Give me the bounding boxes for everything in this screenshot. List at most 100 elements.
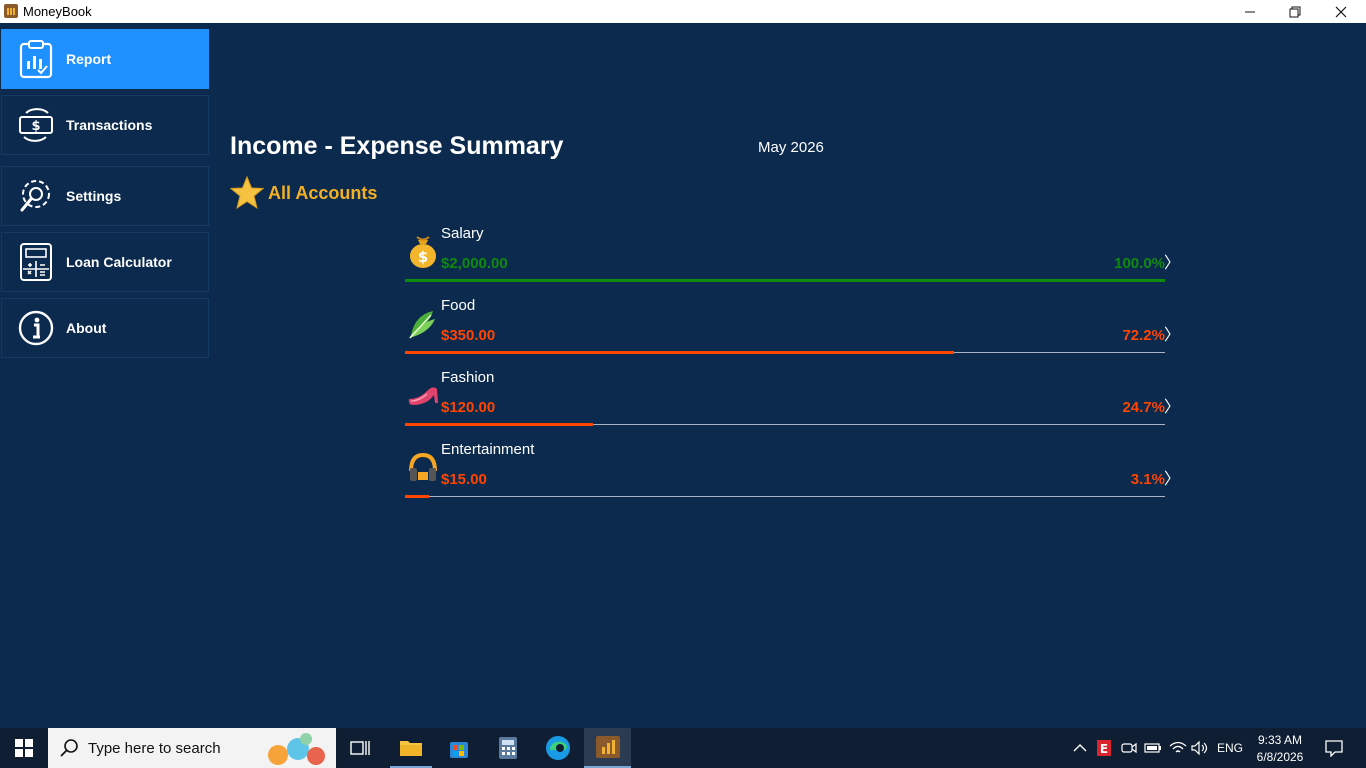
nav-settings-label: Settings — [66, 188, 122, 204]
chevron-right-icon: 〉 — [1163, 399, 1180, 416]
star-icon — [230, 176, 264, 210]
chevron-up-icon — [1073, 744, 1087, 752]
store-button[interactable] — [439, 728, 479, 768]
progress-fill — [405, 351, 954, 354]
edge-icon — [546, 736, 570, 760]
category-name: Food — [441, 297, 476, 314]
report-panel: Income - Expense Summary May 2026 All Ac… — [211, 23, 1366, 728]
clock-date: 6/8/2026 — [1256, 749, 1304, 764]
category-percent: 72.2% — [1122, 327, 1165, 344]
nav-report-label: Report — [66, 51, 112, 67]
search-placeholder: Type here to search — [88, 740, 221, 757]
calculator-app-icon — [499, 737, 517, 759]
info-icon — [16, 308, 56, 348]
page-title: Income - Expense Summary — [230, 132, 564, 160]
category-amount: $15.00 — [441, 471, 487, 488]
nav-transactions-label: Transactions — [66, 117, 153, 133]
month-label[interactable]: May 2026 — [758, 139, 824, 156]
language-indicator[interactable]: ENG — [1214, 728, 1246, 768]
nav-about[interactable]: About — [1, 298, 209, 358]
category-percent: 24.7% — [1122, 399, 1165, 416]
minimize-button[interactable] — [1227, 0, 1273, 23]
battery-icon — [1144, 743, 1161, 753]
start-button[interactable] — [0, 728, 48, 768]
gear-wrench-icon — [16, 176, 56, 216]
category-percent: 100.0% — [1114, 255, 1165, 272]
meet-now-button[interactable] — [1120, 728, 1138, 768]
camera-icon — [1121, 742, 1137, 754]
svg-text:$: $ — [418, 248, 428, 266]
store-icon — [450, 742, 468, 758]
notification-icon — [1325, 740, 1343, 757]
moneybook-app-icon — [595, 736, 620, 758]
tray-app-button[interactable]: E — [1095, 728, 1113, 768]
file-explorer-button[interactable] — [390, 728, 432, 768]
clock[interactable]: 9:33 AM 6/8/2026 — [1250, 728, 1310, 768]
category-amount: $350.00 — [441, 327, 496, 344]
report-clipboard-icon — [16, 39, 56, 79]
taskbar-search-box[interactable]: Type here to search — [48, 728, 336, 768]
category-row[interactable]: $ Salary $2,000.00 100.0% 〉 — [405, 223, 1180, 295]
close-button[interactable] — [1318, 0, 1364, 23]
money-bag-icon: $ — [407, 233, 439, 269]
minimize-icon — [1245, 11, 1255, 12]
account-selector[interactable]: All Accounts — [230, 176, 377, 210]
network-button[interactable] — [1168, 728, 1188, 768]
svg-text:E: E — [1100, 742, 1108, 756]
progress-fill — [405, 423, 593, 426]
restore-button[interactable] — [1272, 0, 1318, 23]
leafy-greens-icon — [407, 305, 439, 341]
category-amount: $120.00 — [441, 399, 496, 416]
nav-loan-calculator-label: Loan Calculator — [66, 254, 172, 270]
restore-icon — [1289, 6, 1301, 17]
speaker-icon — [1191, 741, 1208, 755]
category-name: Salary — [441, 225, 484, 242]
windows-logo-icon — [15, 739, 33, 757]
search-highlight-image — [268, 733, 325, 765]
money-exchange-icon: $ — [16, 105, 56, 145]
nav-transactions[interactable]: $ Transactions — [1, 95, 209, 155]
nav-about-label: About — [66, 320, 107, 336]
progress-track — [405, 496, 1165, 497]
moneybook-app-icon — [4, 4, 18, 18]
folder-icon — [400, 741, 422, 756]
chevron-right-icon: 〉 — [1163, 327, 1180, 344]
sidebar: Report $ Transactions Settings Loan Calc… — [0, 23, 211, 728]
category-row[interactable]: Fashion $120.00 24.7% 〉 — [405, 367, 1180, 439]
search-icon — [60, 739, 78, 757]
nav-loan-calculator[interactable]: Loan Calculator — [1, 232, 209, 292]
calculator-icon — [16, 242, 56, 282]
nav-report[interactable]: Report — [1, 29, 209, 89]
notification-center-button[interactable] — [1316, 728, 1352, 768]
taskbar: Type here to search E ENG 9:33 AM 6/8/20… — [0, 728, 1366, 768]
headphones-icon — [407, 449, 439, 485]
svg-text:$: $ — [31, 119, 40, 134]
nav-settings[interactable]: Settings — [1, 166, 209, 226]
calculator-app-button[interactable] — [488, 728, 528, 768]
e-app-icon: E — [1097, 740, 1111, 756]
title-bar: MoneyBook — [0, 0, 1366, 23]
volume-button[interactable] — [1190, 728, 1210, 768]
progress-fill — [405, 495, 429, 498]
category-name: Fashion — [441, 369, 495, 386]
high-heel-icon — [407, 377, 439, 413]
edge-button[interactable] — [537, 728, 579, 768]
window-title: MoneyBook — [23, 4, 92, 19]
chevron-right-icon: 〉 — [1163, 255, 1180, 272]
account-label: All Accounts — [268, 182, 378, 203]
wifi-icon — [1169, 741, 1187, 753]
category-amount: $2,000.00 — [441, 255, 508, 272]
chevron-right-icon: 〉 — [1163, 471, 1180, 488]
category-name: Entertainment — [441, 441, 535, 458]
task-view-icon — [350, 741, 370, 755]
category-percent: 3.1% — [1130, 471, 1165, 488]
close-icon — [1335, 6, 1347, 17]
clock-time: 9:33 AM — [1257, 732, 1303, 747]
moneybook-taskbar-button[interactable] — [584, 728, 631, 768]
show-hidden-icons-button[interactable] — [1070, 728, 1090, 768]
category-row[interactable]: Entertainment $15.00 3.1% 〉 — [405, 439, 1180, 511]
category-row[interactable]: Food $350.00 72.2% 〉 — [405, 295, 1180, 367]
battery-button[interactable] — [1143, 728, 1163, 768]
progress-fill — [405, 279, 1165, 282]
task-view-button[interactable] — [340, 728, 380, 768]
